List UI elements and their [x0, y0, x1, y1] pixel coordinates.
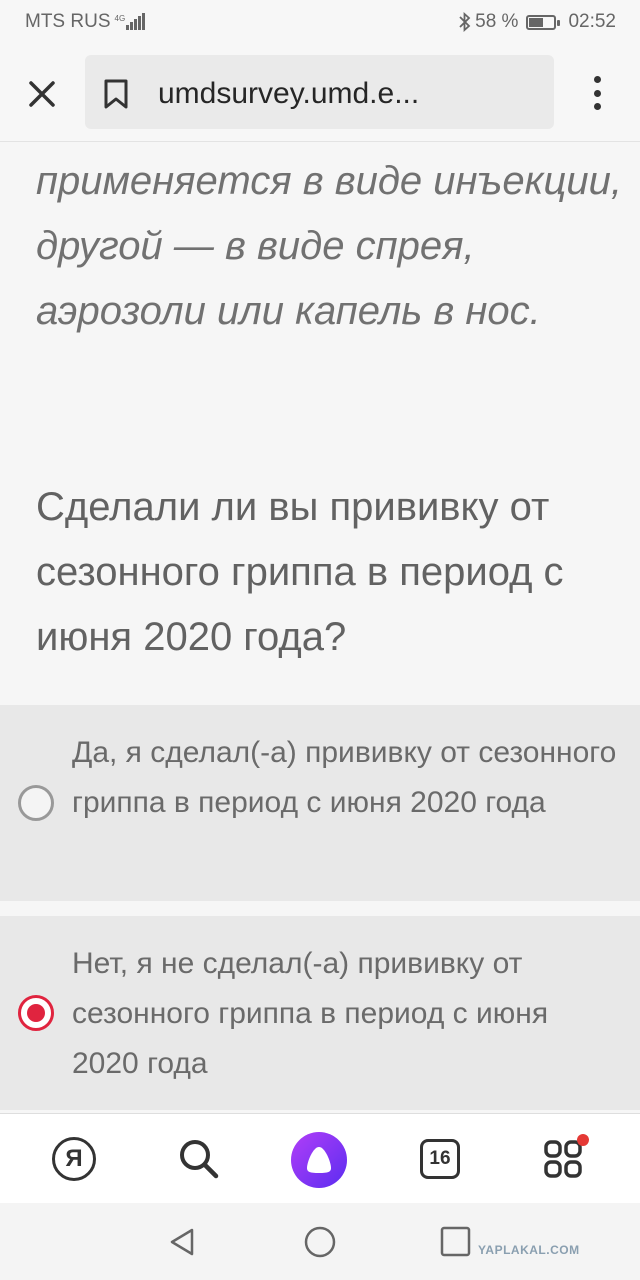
- bookmark-icon[interactable]: [103, 79, 129, 109]
- battery-icon: [526, 14, 561, 30]
- address-bar[interactable]: umdsurvey.umd.e...: [85, 55, 554, 129]
- recent-apps-icon[interactable]: [439, 1225, 473, 1259]
- carrier-name: MTS RUS: [25, 11, 111, 32]
- browser-toolbar: umdsurvey.umd.e...: [0, 44, 640, 142]
- answer-option-no[interactable]: Нет, я не сделал(-а) прививку от сезонно…: [0, 916, 640, 1110]
- more-vert-icon[interactable]: [586, 76, 608, 110]
- services-icon[interactable]: [540, 1134, 590, 1184]
- close-icon[interactable]: [24, 76, 60, 112]
- yandex-button[interactable]: Я: [49, 1134, 99, 1184]
- answer-option-label[interactable]: Да, я сделал(-а) прививку от сезонного г…: [72, 728, 617, 828]
- bluetooth-icon: [459, 12, 471, 32]
- radio-button-unselected[interactable]: [18, 785, 54, 821]
- radio-button-selected[interactable]: [18, 995, 54, 1031]
- watermark: YAPLAKAL.COM: [478, 1243, 580, 1257]
- status-bar: MTS RUS 4G 58 % 02:52: [0, 0, 640, 44]
- search-icon[interactable]: [174, 1134, 224, 1184]
- tabs-button[interactable]: 16: [415, 1134, 465, 1184]
- tabs-icon[interactable]: 16: [420, 1139, 460, 1179]
- signal-icon: [126, 13, 146, 30]
- battery-percent: 58 %: [475, 11, 519, 32]
- home-icon[interactable]: [303, 1225, 337, 1259]
- question-text: Сделали ли вы прививку от сезонного грип…: [36, 485, 564, 659]
- system-nav-bar: YAPLAKAL.COM: [0, 1203, 640, 1280]
- question-description: применяется в виде инъекции, другой — в …: [36, 159, 622, 333]
- answer-option-yes[interactable]: Да, я сделал(-а) прививку от сезонного г…: [0, 705, 640, 901]
- browser-bottom-nav: Я 16: [0, 1113, 640, 1203]
- yandex-icon[interactable]: Я: [52, 1137, 96, 1181]
- back-icon[interactable]: [166, 1225, 200, 1259]
- url-text[interactable]: umdsurvey.umd.e...: [158, 77, 419, 111]
- answer-option-label[interactable]: Нет, я не сделал(-а) прививку от сезонно…: [72, 939, 617, 1089]
- clock: 02:52: [568, 11, 616, 32]
- survey-content: применяется в виде инъекции, другой — в …: [0, 143, 640, 1113]
- network-type: 4G: [114, 14, 126, 23]
- alice-icon[interactable]: [291, 1132, 347, 1188]
